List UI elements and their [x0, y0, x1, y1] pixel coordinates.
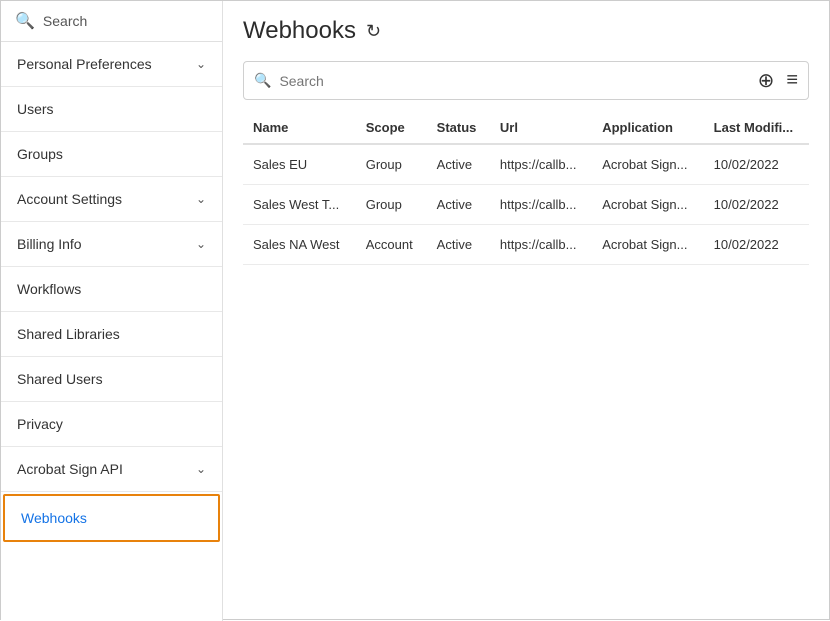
sidebar: 🔍 Search Personal Preferences ⌄ Users Gr… [1, 1, 223, 621]
table-row[interactable]: Sales West T...GroupActivehttps://callb.… [243, 185, 809, 225]
col-url: Url [490, 112, 592, 144]
cell-last_modified: 10/02/2022 [704, 225, 809, 265]
sidebar-item-label: Shared Libraries [17, 326, 120, 342]
sidebar-item-users[interactable]: Users [1, 87, 222, 132]
sidebar-item-personal-preferences[interactable]: Personal Preferences ⌄ [1, 42, 222, 87]
cell-status: Active [427, 225, 490, 265]
sidebar-item-label: Workflows [17, 281, 81, 297]
sidebar-item-label: Webhooks [21, 510, 87, 526]
table-header-row: Name Scope Status Url Application Last M… [243, 112, 809, 144]
col-application: Application [592, 112, 703, 144]
chevron-down-icon: ⌄ [196, 462, 206, 476]
sidebar-item-account-settings[interactable]: Account Settings ⌄ [1, 177, 222, 222]
sidebar-item-label: Account Settings [17, 191, 122, 207]
sidebar-item-billing-info[interactable]: Billing Info ⌄ [1, 222, 222, 267]
cell-application: Acrobat Sign... [592, 225, 703, 265]
col-name: Name [243, 112, 356, 144]
cell-scope: Group [356, 185, 427, 225]
search-icon: 🔍 [254, 72, 271, 89]
menu-button[interactable]: ≡ [786, 69, 798, 92]
add-webhook-button[interactable]: ⊕ [758, 68, 775, 93]
cell-last_modified: 10/02/2022 [704, 144, 809, 185]
sidebar-item-groups[interactable]: Groups [1, 132, 222, 177]
search-field-container: 🔍 [254, 72, 758, 89]
webhook-table: Name Scope Status Url Application Last M… [243, 112, 809, 265]
chevron-down-icon: ⌄ [196, 192, 206, 206]
sidebar-item-acrobat-sign-api[interactable]: Acrobat Sign API ⌄ [1, 447, 222, 492]
cell-url: https://callb... [490, 144, 592, 185]
page-header: Webhooks ↻ [243, 17, 809, 45]
sidebar-item-label: Users [17, 101, 54, 117]
cell-url: https://callb... [490, 185, 592, 225]
cell-application: Acrobat Sign... [592, 144, 703, 185]
sidebar-item-privacy[interactable]: Privacy [1, 402, 222, 447]
sidebar-item-label: Groups [17, 146, 63, 162]
cell-application: Acrobat Sign... [592, 185, 703, 225]
table-row[interactable]: Sales NA WestAccountActivehttps://callb.… [243, 225, 809, 265]
cell-status: Active [427, 185, 490, 225]
sidebar-search-label: Search [43, 13, 87, 29]
refresh-button[interactable]: ↻ [366, 21, 381, 42]
cell-status: Active [427, 144, 490, 185]
sidebar-item-shared-users[interactable]: Shared Users [1, 357, 222, 402]
search-actions: ⊕ ≡ [758, 68, 798, 93]
col-status: Status [427, 112, 490, 144]
sidebar-search[interactable]: 🔍 Search [1, 1, 222, 42]
cell-name: Sales EU [243, 144, 356, 185]
sidebar-item-label: Shared Users [17, 371, 103, 387]
col-last-modified: Last Modifi... [704, 112, 809, 144]
chevron-down-icon: ⌄ [196, 237, 206, 251]
cell-last_modified: 10/02/2022 [704, 185, 809, 225]
cell-url: https://callb... [490, 225, 592, 265]
chevron-down-icon: ⌄ [196, 57, 206, 71]
sidebar-item-shared-libraries[interactable]: Shared Libraries [1, 312, 222, 357]
cell-name: Sales NA West [243, 225, 356, 265]
sidebar-item-workflows[interactable]: Workflows [1, 267, 222, 312]
search-input[interactable] [279, 73, 757, 89]
sidebar-item-label: Personal Preferences [17, 56, 152, 72]
cell-scope: Group [356, 144, 427, 185]
page-title: Webhooks [243, 17, 356, 45]
main-content: Webhooks ↻ 🔍 ⊕ ≡ Name Scope Status Url A… [223, 1, 829, 619]
sidebar-item-label: Privacy [17, 416, 63, 432]
col-scope: Scope [356, 112, 427, 144]
sidebar-item-label: Billing Info [17, 236, 82, 252]
search-icon: 🔍 [15, 11, 35, 31]
table-row[interactable]: Sales EUGroupActivehttps://callb...Acrob… [243, 144, 809, 185]
sidebar-item-label: Acrobat Sign API [17, 461, 123, 477]
cell-name: Sales West T... [243, 185, 356, 225]
main-search-bar: 🔍 ⊕ ≡ [243, 61, 809, 100]
sidebar-item-webhooks[interactable]: Webhooks [3, 494, 220, 542]
cell-scope: Account [356, 225, 427, 265]
